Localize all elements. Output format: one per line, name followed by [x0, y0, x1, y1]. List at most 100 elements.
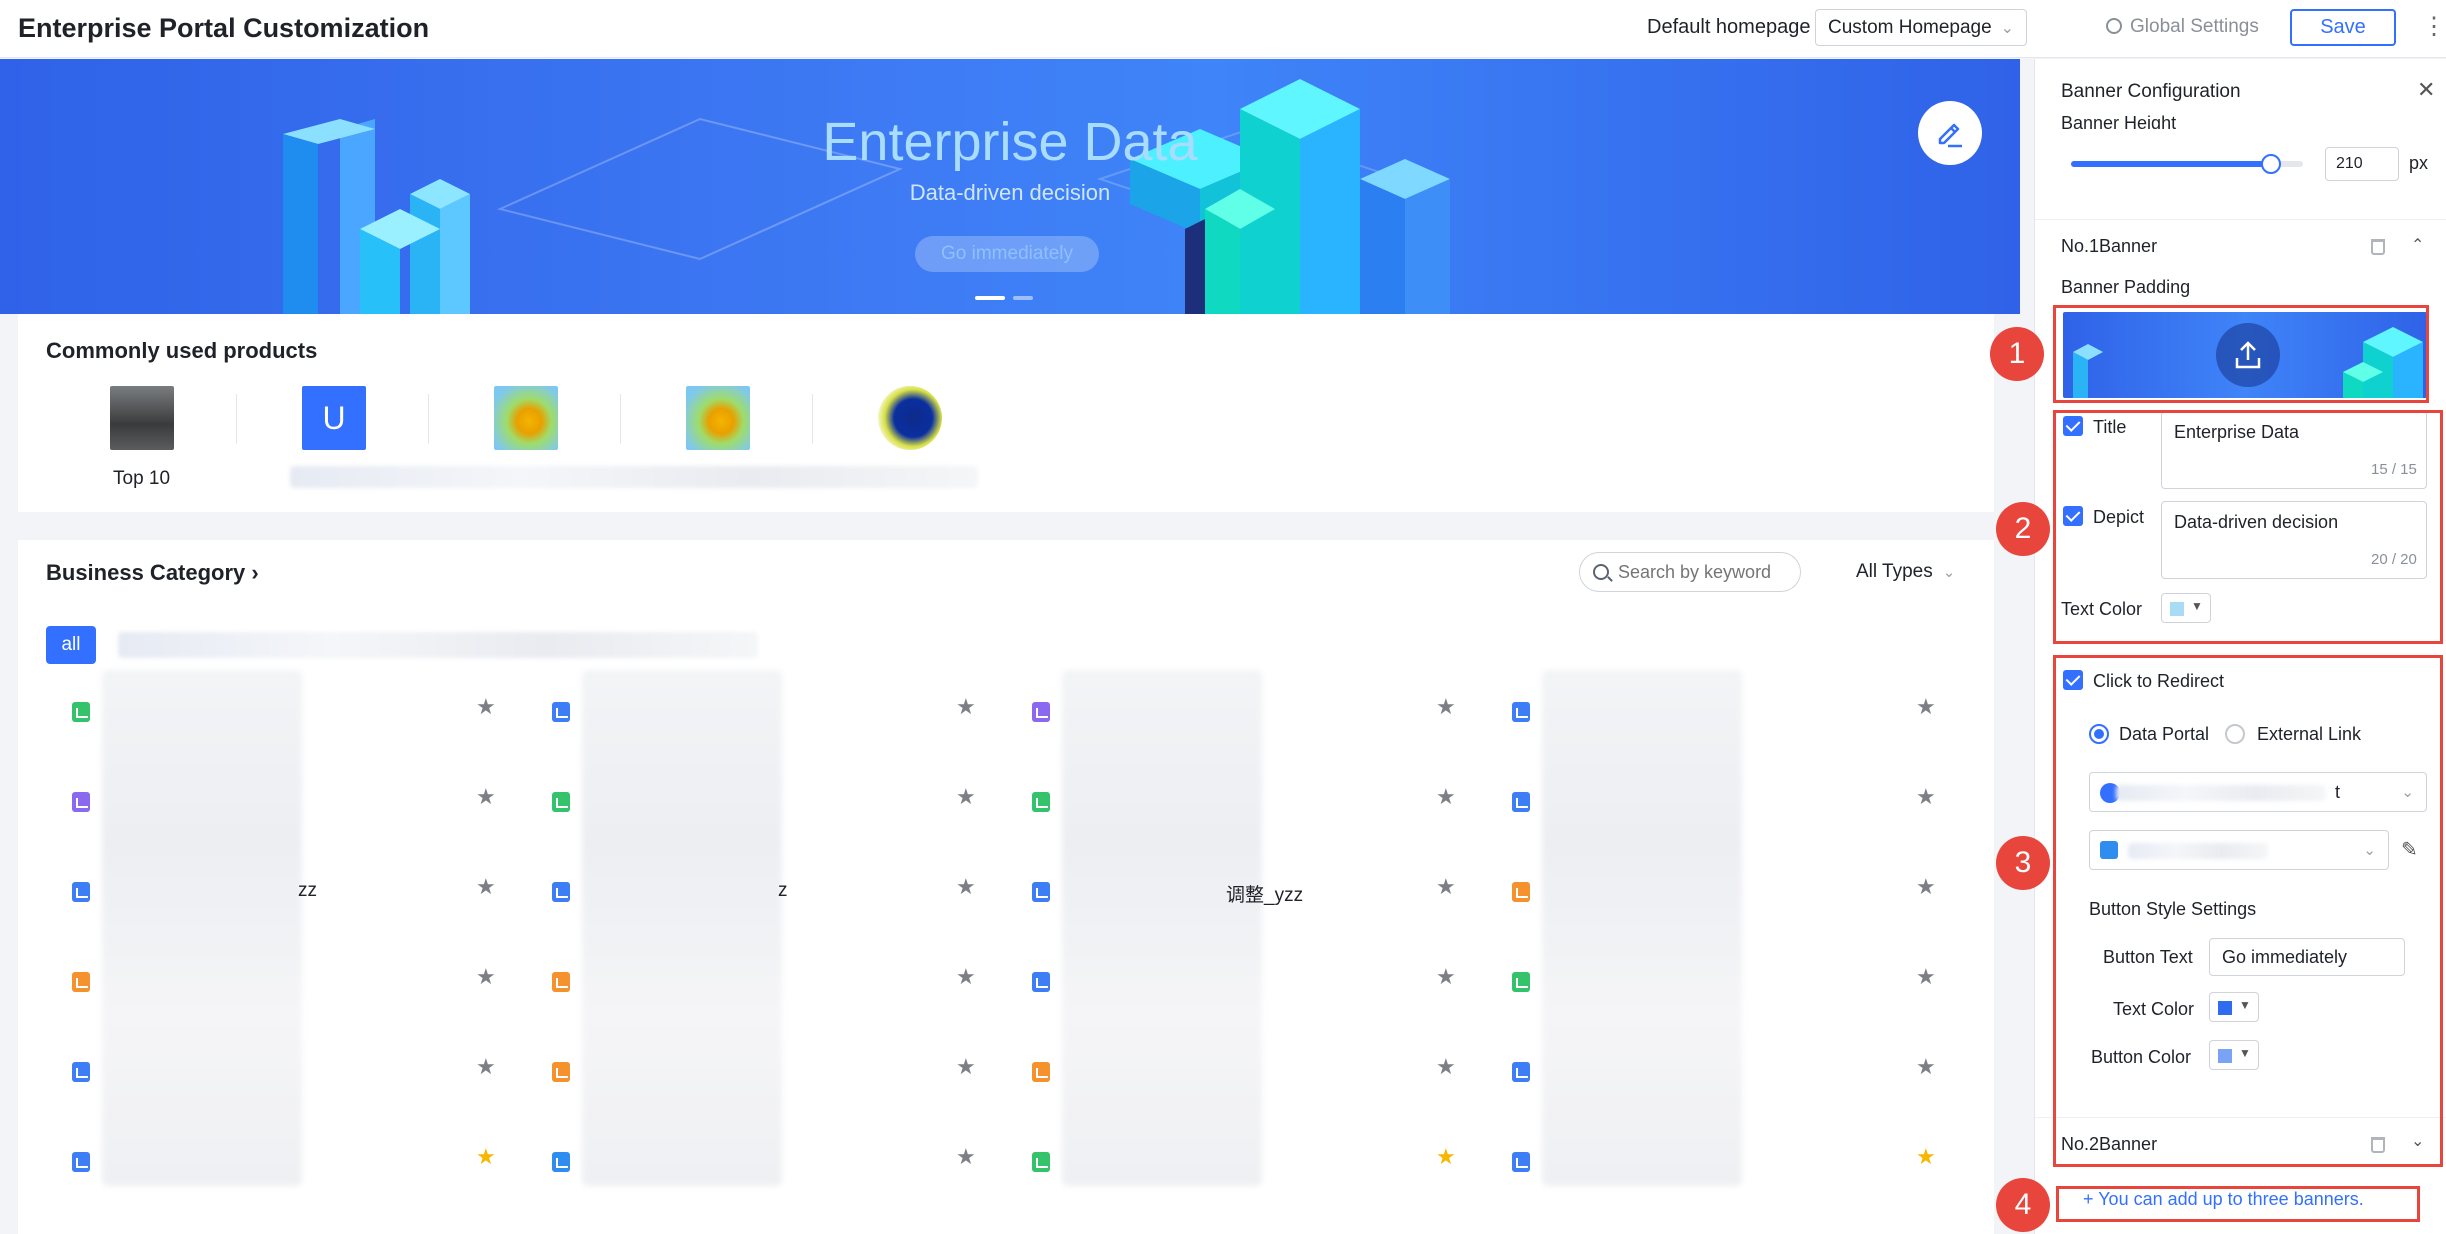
star-icon[interactable]: ★ [1436, 694, 1456, 720]
star-icon[interactable]: ★ [1436, 874, 1456, 900]
dark-circle-icon[interactable] [878, 386, 942, 450]
star-icon[interactable]: ★ [476, 784, 496, 810]
annotation-box-4 [2056, 1186, 2420, 1222]
blurred-labels [290, 466, 978, 488]
banner-pagination[interactable] [975, 287, 1041, 305]
table-icon [552, 792, 570, 812]
blurred-column [1542, 670, 1742, 1186]
business-category-label: Business Category [46, 560, 246, 585]
chart-icon [1512, 1152, 1530, 1172]
trash-icon[interactable] [2371, 239, 2385, 255]
more-options-icon[interactable]: ⋮ [2422, 12, 2446, 41]
chart-icon [72, 882, 90, 902]
star-icon[interactable]: ★ [956, 694, 976, 720]
star-icon[interactable]: ★ [956, 874, 976, 900]
banner-height-label: Banner Height [2061, 113, 2177, 129]
blurred-column [582, 670, 782, 1186]
homepage-select-value: Custom Homepage [1828, 17, 1992, 38]
products-title: Commonly used products [46, 338, 318, 363]
screen-icon [552, 1152, 570, 1172]
slider-handle[interactable] [2260, 154, 2281, 174]
star-icon[interactable]: ★ [1916, 694, 1936, 720]
homepage-select[interactable]: Custom Homepage ⌄ [1815, 9, 2027, 46]
star-icon[interactable]: ★ [956, 1054, 976, 1080]
star-filled-icon[interactable]: ★ [1916, 1144, 1936, 1170]
business-category-title[interactable]: Business Category › [46, 560, 259, 586]
user-letter-icon[interactable]: U [302, 386, 366, 450]
table-icon [1512, 972, 1530, 992]
panel-title: Banner Configuration [2061, 81, 2241, 102]
star-filled-icon[interactable]: ★ [476, 1144, 496, 1170]
banner-edit-button[interactable] [1918, 101, 1982, 165]
star-icon[interactable]: ★ [476, 1054, 496, 1080]
report-icon [552, 1062, 570, 1082]
close-icon[interactable]: ✕ [2417, 77, 2435, 103]
business-category-card: Business Category › All Types⌄ all zz z … [18, 540, 1994, 1234]
annotation-badge-1: 1 [1990, 327, 2044, 381]
star-icon[interactable]: ★ [1916, 784, 1936, 810]
star-icon[interactable]: ★ [476, 694, 496, 720]
top-bar: Enterprise Portal Customization Default … [0, 0, 2446, 58]
blurred-column [102, 670, 302, 1186]
table-icon [72, 702, 90, 722]
item-text: zz [298, 880, 317, 901]
annotation-box-1 [2053, 305, 2429, 403]
banner-height-slider[interactable] [2071, 154, 2303, 174]
chart-icon [72, 1062, 90, 1082]
product-label: Top 10 [113, 468, 171, 489]
search-icon [1593, 564, 1609, 580]
height-unit: px [2409, 153, 2429, 173]
types-select[interactable]: All Types ⌄ [1856, 561, 1955, 583]
star-icon[interactable]: ★ [956, 1144, 976, 1170]
chart-icon [552, 702, 570, 722]
tag-all[interactable]: all [46, 626, 96, 664]
search-input[interactable] [1579, 552, 1801, 592]
annotation-box-3 [2053, 655, 2443, 1167]
pagination-dot[interactable] [1013, 296, 1033, 300]
annotation-box-2 [2053, 410, 2443, 644]
chevron-up-icon[interactable]: ⌃ [2411, 235, 2424, 255]
pagination-dot-active[interactable] [975, 296, 1005, 300]
products-card: Commonly used products Top 10 U [18, 314, 1994, 512]
chart-icon [72, 1152, 90, 1172]
star-icon[interactable]: ★ [1436, 1054, 1456, 1080]
sunflower-icon[interactable] [494, 386, 558, 450]
divider [2035, 219, 2446, 220]
separator [620, 394, 621, 444]
blurred-tags [118, 632, 758, 658]
star-icon[interactable]: ★ [956, 964, 976, 990]
chart-icon [1512, 792, 1530, 812]
slider-fill [2071, 161, 2271, 167]
banner-subtitle: Data-driven decision [909, 180, 1111, 205]
item-text: 调整_yzz [1226, 885, 1304, 906]
app-title: Enterprise Portal Customization [18, 13, 430, 43]
banner-go-button[interactable]: Go immediately [915, 236, 1099, 272]
gear-icon [2106, 18, 2122, 34]
star-filled-icon[interactable]: ★ [1436, 1144, 1456, 1170]
star-icon[interactable]: ★ [1916, 874, 1936, 900]
star-icon[interactable]: ★ [1436, 784, 1456, 810]
chevron-right-icon: › [251, 560, 259, 585]
star-icon[interactable]: ★ [1436, 964, 1456, 990]
chevron-down-icon: ⌄ [2000, 20, 2014, 37]
star-icon[interactable]: ★ [956, 784, 976, 810]
dashboard-icon [1032, 702, 1050, 722]
sunflower-icon[interactable] [686, 386, 750, 450]
separator [236, 394, 237, 444]
annotation-badge-3: 3 [1996, 836, 2050, 890]
pencil-icon [1938, 123, 1962, 148]
global-settings-label: Global Settings [2130, 16, 2259, 37]
banner-height-input[interactable] [2325, 147, 2399, 181]
star-icon[interactable]: ★ [1916, 964, 1936, 990]
save-button[interactable]: Save [2290, 9, 2396, 46]
annotation-badge-2: 2 [1996, 502, 2050, 556]
star-icon[interactable]: ★ [476, 964, 496, 990]
photo-icon[interactable] [110, 386, 174, 450]
global-settings-button[interactable]: Global Settings [2106, 16, 2259, 38]
default-homepage-label: Default homepage [1647, 16, 1811, 38]
star-icon[interactable]: ★ [1916, 1054, 1936, 1080]
banner-title: Enterprise Data [822, 112, 1198, 172]
star-icon[interactable]: ★ [476, 874, 496, 900]
table-icon [1032, 792, 1050, 812]
report-icon [1512, 882, 1530, 902]
